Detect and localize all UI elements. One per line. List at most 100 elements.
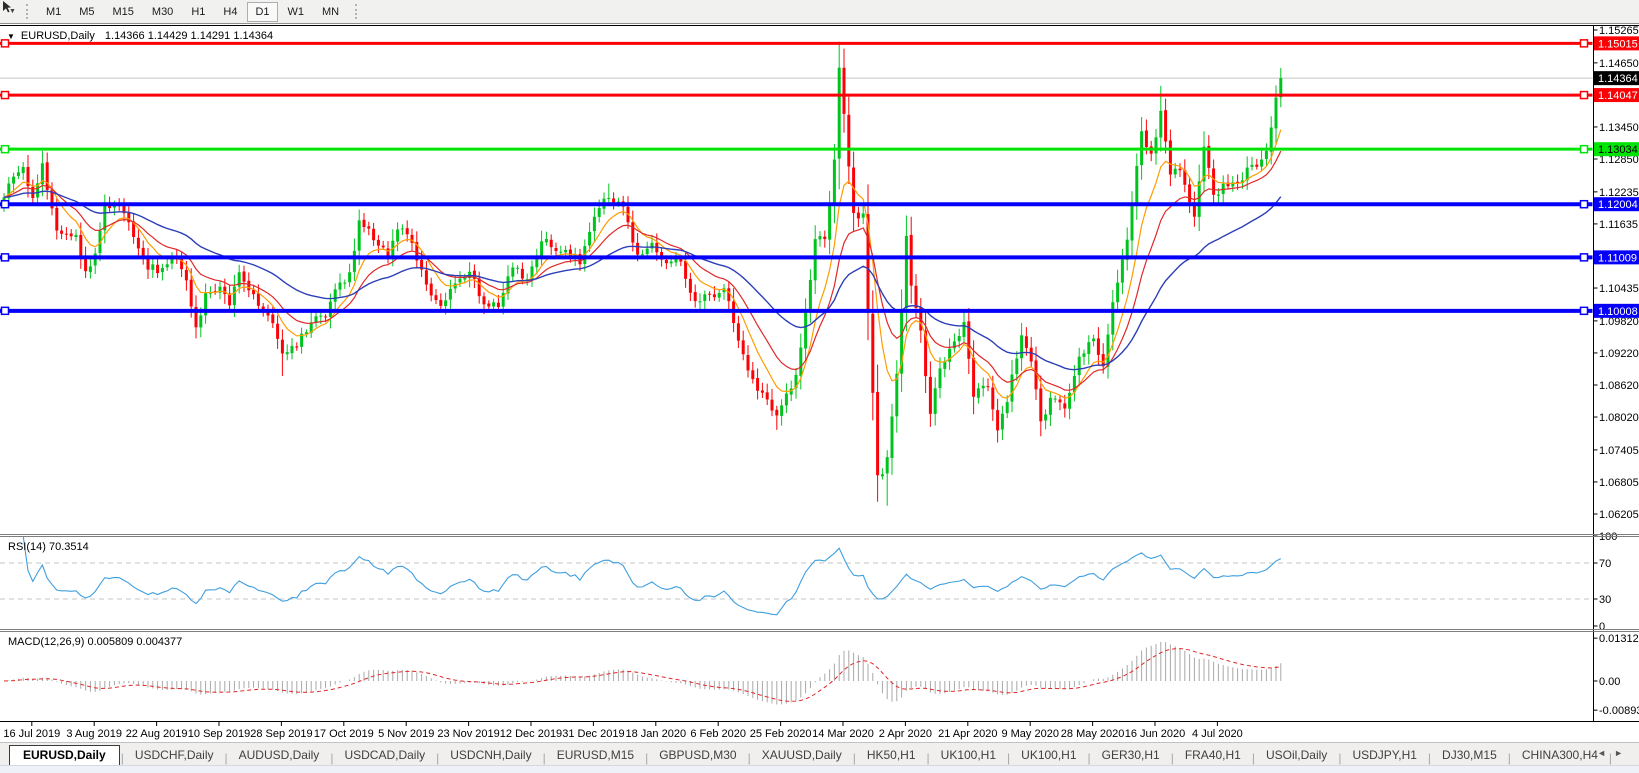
chart-tab-usdcnh-daily[interactable]: USDCNH,Daily xyxy=(440,746,541,765)
chart-tab-xauusd-daily[interactable]: XAUUSD,Daily xyxy=(752,746,852,765)
svg-text:25 Feb 2020: 25 Feb 2020 xyxy=(750,728,812,740)
svg-text:1.14364: 1.14364 xyxy=(1598,73,1638,85)
timeframes-toolbar: ▼ M1 M5 M15 M30 H1 H4 D1 W1 MN xyxy=(0,0,1639,24)
svg-text:0.013121: 0.013121 xyxy=(1599,633,1639,645)
timeframe-buttons: M1 M5 M15 M30 H1 H4 D1 W1 MN xyxy=(37,1,348,22)
rsi-indicator-label: RSI(14) 70.3514 xyxy=(8,541,89,553)
svg-text:30: 30 xyxy=(1599,594,1611,606)
line-handle-left[interactable] xyxy=(0,199,10,209)
line-handle-right[interactable] xyxy=(1579,199,1589,209)
cursor-tool-button[interactable]: ▼ xyxy=(3,1,19,16)
svg-text:22 Aug 2019: 22 Aug 2019 xyxy=(126,728,188,740)
chart-symbol-label: EURUSD,Daily xyxy=(20,30,95,42)
svg-text:5 Nov 2019: 5 Nov 2019 xyxy=(378,728,434,740)
svg-text:1.12004: 1.12004 xyxy=(1598,199,1638,211)
macd-indicator-label: MACD(12,26,9) 0.005809 0.004377 xyxy=(8,636,183,648)
toolbar-grip[interactable] xyxy=(355,4,359,19)
timeframe-button-mn[interactable]: MN xyxy=(314,2,347,22)
svg-text:1.12235: 1.12235 xyxy=(1599,187,1639,199)
chart-tab-usdchf-daily[interactable]: USDCHF,Daily xyxy=(125,746,224,765)
line-handle-left[interactable] xyxy=(0,90,10,100)
status-strip xyxy=(0,765,1639,773)
chart-tab-fra40-h1[interactable]: FRA40,H1 xyxy=(1175,746,1251,765)
svg-text:1.06205: 1.06205 xyxy=(1599,509,1639,521)
line-handle-left[interactable] xyxy=(0,253,10,262)
line-handle-right[interactable] xyxy=(1579,39,1589,48)
timeframe-button-h4[interactable]: H4 xyxy=(215,2,245,22)
chart-tab-audusd-daily[interactable]: AUDUSD,Daily xyxy=(229,746,330,765)
tabs-scroll-right-icon[interactable]: ► xyxy=(1614,748,1631,758)
svg-text:31 Dec 2019: 31 Dec 2019 xyxy=(562,728,624,740)
svg-text:1.09220: 1.09220 xyxy=(1599,348,1639,360)
svg-text:3 Aug 2019: 3 Aug 2019 xyxy=(66,728,122,740)
svg-text:2 Apr 2020: 2 Apr 2020 xyxy=(879,728,932,740)
svg-text:21 Apr 2020: 21 Apr 2020 xyxy=(938,728,997,740)
svg-text:1.13034: 1.13034 xyxy=(1598,144,1638,156)
svg-text:1.08020: 1.08020 xyxy=(1599,412,1639,424)
chart-tab-eurusd-daily[interactable]: EURUSD,Daily xyxy=(9,745,120,766)
chart-ohlc-values: 1.14366 1.14429 1.14291 1.14364 xyxy=(104,30,274,42)
chart-tab-ger30-h1[interactable]: GER30,H1 xyxy=(1092,746,1170,765)
svg-text:1.15015: 1.15015 xyxy=(1598,38,1638,50)
svg-text:1.06805: 1.06805 xyxy=(1599,477,1639,489)
chart-tab-gbpusd-m30[interactable]: GBPUSD,M30 xyxy=(649,746,746,765)
timeframe-button-d1[interactable]: D1 xyxy=(247,1,278,22)
svg-text:17 Oct 2019: 17 Oct 2019 xyxy=(314,728,374,740)
svg-text:1.10008: 1.10008 xyxy=(1598,306,1638,318)
chart-tab-usoil-daily[interactable]: USOil,Daily xyxy=(1256,746,1337,765)
svg-text:1.15265: 1.15265 xyxy=(1599,25,1639,37)
chart-tab-china300-h4[interactable]: CHINA300,H4 xyxy=(1512,746,1608,765)
svg-text:0.00: 0.00 xyxy=(1599,676,1620,688)
chart-tabs-bar: EURUSD,Daily | USDCHF,Daily | AUDUSD,Daily | U… xyxy=(0,742,1639,766)
mt4-window: ▼ M1 M5 M15 M30 H1 H4 D1 W1 MN 1.15265 1.14650 1.1… xyxy=(0,0,1639,773)
chart-background xyxy=(0,25,1639,742)
svg-text:28 Sep 2019: 28 Sep 2019 xyxy=(250,728,312,740)
line-handle-right[interactable] xyxy=(1579,306,1589,316)
timeframe-button-h1[interactable]: H1 xyxy=(183,2,213,22)
chart-tab-uk100-h1[interactable]: UK100,H1 xyxy=(931,746,1006,765)
timeframe-button-w1[interactable]: W1 xyxy=(280,2,313,22)
svg-text:-0.008933: -0.008933 xyxy=(1599,705,1639,717)
svg-text:1.07405: 1.07405 xyxy=(1599,445,1639,457)
svg-text:4 Jul 2020: 4 Jul 2020 xyxy=(1192,728,1243,740)
svg-text:23 Nov 2019: 23 Nov 2019 xyxy=(437,728,499,740)
chart-dropdown-icon[interactable]: ▼ xyxy=(7,32,15,41)
chart-tab-eurusd-m15[interactable]: EURUSD,M15 xyxy=(547,746,644,765)
tabs-scroll-left-icon[interactable]: ◄ xyxy=(1597,748,1614,758)
chart-tab-hk50-h1[interactable]: HK50,H1 xyxy=(857,746,926,765)
chart-canvas[interactable]: 1.152651.146501.134501.128501.122351.116… xyxy=(0,0,1639,773)
svg-text:18 Jan 2020: 18 Jan 2020 xyxy=(626,728,687,740)
svg-text:12 Dec 2019: 12 Dec 2019 xyxy=(500,728,562,740)
svg-text:1.08620: 1.08620 xyxy=(1599,380,1639,392)
chart-tab-usdjpy-h1[interactable]: USDJPY,H1 xyxy=(1342,746,1426,765)
timeframe-button-m5[interactable]: M5 xyxy=(71,2,102,22)
timeframe-button-m15[interactable]: M15 xyxy=(105,2,142,22)
timeframe-button-m1[interactable]: M1 xyxy=(38,2,69,22)
line-handle-right[interactable] xyxy=(1579,144,1589,154)
svg-text:1.13450: 1.13450 xyxy=(1599,122,1639,134)
line-handle-right[interactable] xyxy=(1579,253,1589,262)
cursor-icon xyxy=(3,1,11,13)
svg-text:9 May 2020: 9 May 2020 xyxy=(1001,728,1058,740)
chart-tab-usdcad-daily[interactable]: USDCAD,Daily xyxy=(334,746,435,765)
svg-text:1.14650: 1.14650 xyxy=(1599,58,1639,70)
svg-text:16 Jun 2020: 16 Jun 2020 xyxy=(1125,728,1186,740)
line-handle-left[interactable] xyxy=(0,306,10,316)
svg-text:1.10435: 1.10435 xyxy=(1599,283,1639,295)
chart-tab-uk100-h1[interactable]: UK100,H1 xyxy=(1011,746,1086,765)
line-handle-right[interactable] xyxy=(1579,90,1589,100)
svg-text:1.11009: 1.11009 xyxy=(1598,252,1637,264)
chart-title: ▼ EURUSD,Daily 1.14366 1.14429 1.14291 1… xyxy=(7,30,273,42)
svg-text:1.11635: 1.11635 xyxy=(1599,219,1638,231)
chart-tab-dj30-m15[interactable]: DJ30,M15 xyxy=(1432,746,1507,765)
svg-text:1.14047: 1.14047 xyxy=(1598,90,1638,102)
svg-text:6 Feb 2020: 6 Feb 2020 xyxy=(690,728,746,740)
toolbar-grip[interactable] xyxy=(25,4,30,19)
svg-text:14 Mar 2020: 14 Mar 2020 xyxy=(812,728,874,740)
svg-text:28 May 2020: 28 May 2020 xyxy=(1061,728,1125,740)
svg-text:70: 70 xyxy=(1599,558,1611,570)
svg-text:16 Jul 2019: 16 Jul 2019 xyxy=(3,728,60,740)
svg-text:10 Sep 2019: 10 Sep 2019 xyxy=(188,728,250,740)
line-handle-left[interactable] xyxy=(0,144,10,154)
timeframe-button-m30[interactable]: M30 xyxy=(144,2,181,22)
